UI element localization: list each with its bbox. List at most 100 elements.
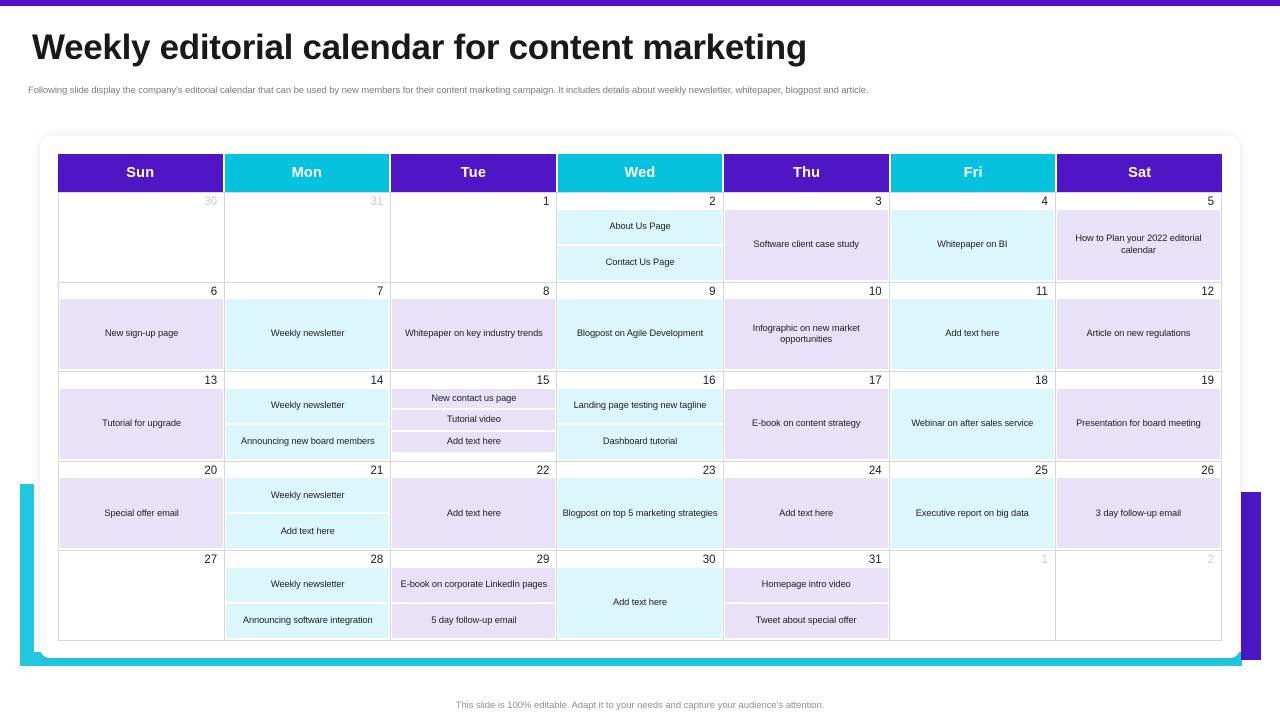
calendar-event[interactable]: Add text here	[392, 432, 556, 452]
calendar-event[interactable]: About Us Page	[558, 209, 722, 244]
page-subtitle: Following slide display the company's ed…	[28, 85, 869, 96]
calendar-event[interactable]: Whitepaper on key industry trends	[392, 299, 556, 370]
calendar-day-cell[interactable]: 5 How to Plan your 2022 editorial calenda…	[1055, 193, 1222, 283]
calendar-day-cell[interactable]: 11 Add text here	[889, 282, 1056, 373]
calendar-day-cell[interactable]: 24 Add text here	[723, 461, 890, 552]
calendar-event[interactable]: Add text here	[558, 568, 722, 638]
calendar-event[interactable]: Homepage intro video	[724, 568, 888, 602]
calendar-day-cell[interactable]: 6 New sign-up page	[59, 282, 226, 373]
calendar-event[interactable]: Dashboard tutorial	[558, 424, 722, 459]
calendar-event[interactable]: Add text here	[890, 299, 1054, 370]
calendar-day-cell[interactable]: 19 Presentation for board meeting	[1055, 372, 1222, 462]
calendar-event[interactable]: Whitepaper on BI	[890, 209, 1054, 280]
day-events: About Us Page Contact Us Page	[557, 209, 722, 282]
calendar-event[interactable]: Announcing new board members	[226, 424, 390, 459]
day-events: Add text here	[724, 478, 889, 550]
calendar-event[interactable]: Weekly newsletter	[226, 299, 390, 370]
calendar-day-cell[interactable]: 14 Weekly newsletter Announcing new board …	[225, 372, 392, 462]
calendar-day-cell[interactable]: 31 Homepage intro video Tweet about specia…	[723, 551, 890, 641]
calendar-day-cell[interactable]: 25 Executive report on big data	[889, 461, 1056, 552]
calendar-day-cell[interactable]: 4 Whitepaper on BI	[889, 193, 1056, 283]
calendar-event[interactable]: Tutorial for upgrade	[60, 388, 224, 459]
calendar-day-cell[interactable]: 21 Weekly newsletter Add text here	[225, 461, 392, 552]
calendar-event[interactable]: Add text here	[724, 478, 888, 549]
calendar-event[interactable]: New sign-up page	[60, 299, 224, 370]
calendar-day-cell[interactable]: 2	[1055, 551, 1222, 641]
top-accent-bar	[0, 0, 1280, 6]
calendar-event[interactable]: Software client case study	[724, 209, 888, 280]
day-number: 18	[1035, 375, 1048, 388]
calendar-event[interactable]: Blogpost on top 5 marketing strategies	[558, 478, 722, 549]
day-events: Webinar on after sales service	[890, 388, 1055, 461]
calendar-day-cell[interactable]: 9 Blogpost on Agile Development	[557, 282, 724, 373]
calendar-day-cell[interactable]: 1	[889, 551, 1056, 641]
calendar-event[interactable]: How to Plan your 2022 editorial calendar	[1056, 209, 1220, 280]
calendar-day-cell[interactable]: 3 Software client case study	[723, 193, 890, 283]
calendar-header-row: Sun Mon Tue Wed Thu Fri Sat	[58, 154, 1223, 192]
calendar-event[interactable]: 3 day follow-up email	[1056, 478, 1220, 549]
calendar-day-cell[interactable]: 1	[391, 193, 558, 283]
day-number: 15	[536, 375, 550, 388]
day-number: 13	[204, 375, 218, 388]
day-number: 4	[1041, 196, 1048, 208]
calendar-day-cell[interactable]: 28 Weekly newsletter Announcing software i…	[225, 551, 392, 641]
day-number: 25	[1035, 464, 1048, 477]
day-number: 14	[370, 375, 384, 388]
calendar-event[interactable]: Executive report on big data	[890, 478, 1054, 549]
day-number: 24	[868, 464, 882, 477]
calendar-event[interactable]: Tutorial video	[392, 410, 556, 431]
day-number: 26	[1201, 464, 1214, 477]
calendar-event[interactable]: Announcing software integration	[226, 604, 390, 638]
calendar-day-cell[interactable]: 12 Article on new regulations	[1055, 282, 1222, 373]
calendar-day-cell[interactable]: 17 E-book on content strategy	[723, 372, 890, 462]
calendar-day-cell[interactable]: 18 Webinar on after sales service	[889, 372, 1056, 462]
calendar-event[interactable]: Tweet about special offer	[724, 604, 888, 638]
calendar-event[interactable]: Add text here	[226, 514, 390, 549]
calendar-event[interactable]: Presentation for board meeting	[1056, 388, 1220, 459]
day-events	[391, 210, 556, 282]
day-number: 6	[210, 285, 218, 298]
calendar-day-cell[interactable]: 10 Infographic on new market opportunitie…	[723, 282, 890, 373]
day-events	[59, 568, 224, 640]
calendar-day-cell[interactable]: 20 Special offer email	[59, 461, 226, 552]
day-events: Homepage intro video Tweet about special …	[724, 568, 889, 640]
calendar-day-cell[interactable]: 30 Add text here	[557, 551, 724, 641]
calendar-day-cell[interactable]: 30	[59, 193, 226, 283]
day-number: 31	[370, 196, 384, 208]
calendar-day-cell[interactable]: 7 Weekly newsletter	[225, 282, 392, 373]
calendar-day-cell[interactable]: 16 Landing page testing new tagline Dashbo…	[557, 372, 724, 462]
calendar-event[interactable]: E-book on content strategy	[724, 388, 888, 459]
calendar-header-sat: Sat	[1057, 154, 1223, 192]
calendar-event[interactable]: Weekly newsletter	[226, 478, 390, 513]
calendar-event[interactable]: Landing page testing new tagline	[558, 388, 722, 423]
calendar-event[interactable]: New contact us page	[392, 388, 556, 409]
day-number: 3	[875, 196, 882, 208]
calendar-event[interactable]: Weekly newsletter	[226, 568, 390, 602]
calendar-day-cell[interactable]: 15 New contact us page Tutorial video Add t…	[391, 372, 558, 462]
calendar-day-cell[interactable]: 31	[225, 193, 392, 283]
calendar-day-cell[interactable]: 22 Add text here	[391, 461, 558, 552]
day-events: E-book on content strategy	[724, 388, 889, 461]
calendar-event[interactable]: Webinar on after sales service	[890, 388, 1054, 459]
calendar-day-cell[interactable]: 2 About Us Page Contact Us Page	[557, 193, 724, 283]
calendar-event[interactable]: Add text here	[392, 478, 556, 549]
calendar-event[interactable]: Contact Us Page	[558, 245, 722, 280]
page-title: Weekly editorial calendar for content ma…	[32, 28, 807, 67]
day-number: 31	[868, 554, 882, 567]
calendar-event[interactable]: Special offer email	[60, 478, 224, 549]
day-events: Infographic on new market opportunities	[724, 299, 889, 371]
calendar-day-cell[interactable]: 26 3 day follow-up email	[1055, 461, 1222, 552]
calendar-event[interactable]: Infographic on new market opportunities	[724, 299, 888, 370]
calendar-day-cell[interactable]: 13 Tutorial for upgrade	[59, 372, 226, 462]
calendar-event[interactable]: 5 day follow-up email	[392, 604, 556, 638]
calendar-day-cell[interactable]: 23 Blogpost on top 5 marketing strategies	[557, 461, 724, 552]
calendar-day-cell[interactable]: 8 Whitepaper on key industry trends	[391, 282, 558, 373]
calendar-day-cell[interactable]: 29 E-book on corporate LinkedIn pages 5 da…	[391, 551, 558, 641]
day-number: 29	[536, 554, 550, 567]
calendar-day-cell[interactable]: 27	[59, 551, 226, 641]
calendar-event[interactable]: Blogpost on Agile Development	[558, 299, 722, 370]
calendar-event[interactable]: E-book on corporate LinkedIn pages	[392, 568, 556, 602]
calendar-event[interactable]: Weekly newsletter	[226, 388, 390, 423]
day-number: 10	[868, 285, 882, 298]
calendar-event[interactable]: Article on new regulations	[1056, 299, 1220, 370]
